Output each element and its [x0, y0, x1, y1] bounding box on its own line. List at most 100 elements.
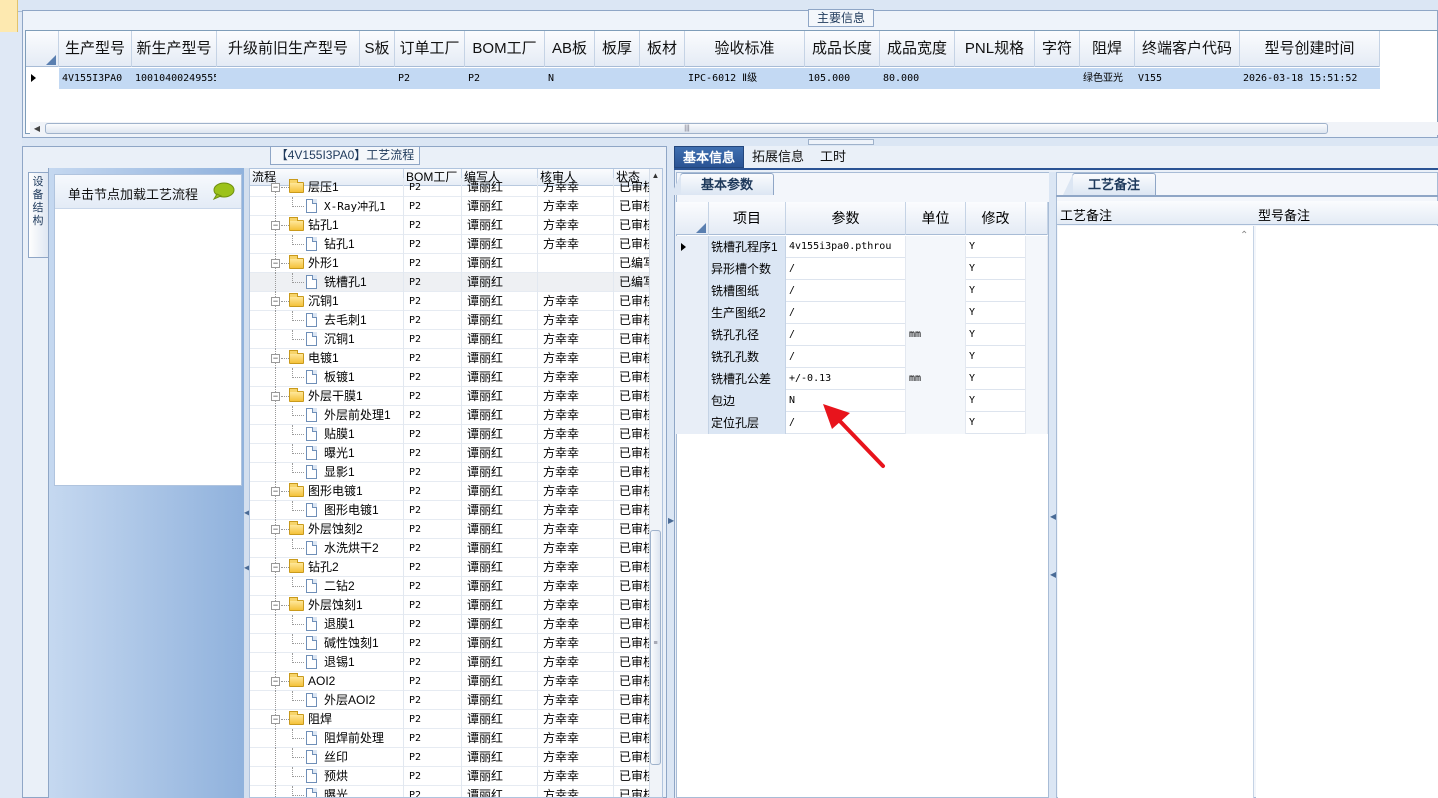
main-col-header[interactable]: 阻焊	[1080, 31, 1135, 67]
flow-node[interactable]: X-Ray冲孔1	[250, 197, 404, 216]
param-unit-cell[interactable]	[906, 236, 966, 258]
param-value-cell[interactable]: /	[786, 302, 906, 324]
flow-node[interactable]: 去毛刺1	[250, 311, 404, 330]
main-cell[interactable]: V155	[1135, 68, 1240, 89]
main-cell[interactable]	[217, 68, 360, 89]
flow-row[interactable]: 退膜1 P2谭丽红方幸幸已审核	[250, 615, 650, 634]
tab-extended-info[interactable]: 拓展信息	[744, 146, 812, 168]
main-col-header[interactable]: S板	[360, 31, 395, 67]
flow-row[interactable]: 预烘 P2谭丽红方幸幸已审核	[250, 767, 650, 786]
collapse-node-icon[interactable]: −	[271, 487, 280, 496]
param-row[interactable]: 铣槽孔程序1 4v155i3pa0.pthrou Y	[676, 236, 1048, 258]
flow-row[interactable]: − 阻焊 P2谭丽红方幸幸已审核	[250, 710, 650, 729]
main-cell[interactable]: 80.000	[880, 68, 955, 89]
grid-corner[interactable]	[26, 31, 59, 67]
collapse-node-icon[interactable]: −	[271, 392, 280, 401]
flow-row[interactable]: 外层AOI2 P2谭丽红方幸幸已审核	[250, 691, 650, 710]
flow-node[interactable]: − 层压1	[250, 178, 404, 197]
main-col-header[interactable]: AB板	[545, 31, 595, 67]
param-unit-cell[interactable]: mm	[906, 368, 966, 390]
flow-node[interactable]: 阻焊前处理	[250, 729, 404, 748]
collapse-node-icon[interactable]: −	[271, 354, 280, 363]
flow-row[interactable]: 水洗烘干2 P2谭丽红方幸幸已审核	[250, 539, 650, 558]
flow-node[interactable]: 退锡1	[250, 653, 404, 672]
param-unit-cell[interactable]	[906, 346, 966, 368]
param-row[interactable]: 铣槽图纸 / Y	[676, 280, 1048, 302]
main-cell[interactable]: IPC-6012 Ⅱ级	[685, 68, 805, 89]
flow-node[interactable]: − 外形1	[250, 254, 404, 273]
flow-row[interactable]: 铣槽孔1 P2谭丽红 已编写	[250, 273, 650, 292]
flow-node[interactable]: 丝印	[250, 748, 404, 767]
main-cell[interactable]	[955, 68, 1035, 89]
main-cell[interactable]	[595, 68, 640, 89]
collapse-node-icon[interactable]: −	[271, 525, 280, 534]
flow-row[interactable]: − 外层蚀刻1 P2谭丽红方幸幸已审核	[250, 596, 650, 615]
flow-node[interactable]: 水洗烘干2	[250, 539, 404, 558]
main-col-header[interactable]: 终端客户代码	[1135, 31, 1240, 67]
flow-node[interactable]: 预烘	[250, 767, 404, 786]
scroll-left-icon[interactable]: ◀	[32, 123, 42, 134]
flow-row[interactable]: X-Ray冲孔1 P2谭丽红方幸幸已审核	[250, 197, 650, 216]
model-note-textarea[interactable]	[1256, 226, 1438, 798]
flow-node[interactable]: − 钻孔2	[250, 558, 404, 577]
flow-row[interactable]: − AOI2 P2谭丽红方幸幸已审核	[250, 672, 650, 691]
tab-basic-info[interactable]: 基本信息	[674, 146, 745, 168]
flow-row[interactable]: 曝光 P2谭丽红方幸幸已审核	[250, 786, 650, 797]
param-modify-cell[interactable]: Y	[966, 258, 1026, 280]
main-col-header[interactable]: 板厚	[595, 31, 640, 67]
process-note-textarea[interactable]	[1058, 226, 1254, 798]
flow-row[interactable]: 曝光1 P2谭丽红方幸幸已审核	[250, 444, 650, 463]
param-modify-cell[interactable]: Y	[966, 236, 1026, 258]
flow-node[interactable]: 贴膜1	[250, 425, 404, 444]
param-col-header[interactable]: 参数	[786, 202, 906, 235]
flow-node[interactable]: − 钻孔1	[250, 216, 404, 235]
flow-node[interactable]: 显影1	[250, 463, 404, 482]
flow-node[interactable]: − 电镀1	[250, 349, 404, 368]
param-grid-corner[interactable]	[676, 202, 709, 235]
main-cell[interactable]: 105.000	[805, 68, 880, 89]
flow-node[interactable]: − 沉铜1	[250, 292, 404, 311]
main-col-header[interactable]: 字符	[1035, 31, 1080, 67]
collapse-node-icon[interactable]: −	[271, 259, 280, 268]
scroll-up-icon[interactable]: ▲	[649, 170, 662, 182]
main-col-header[interactable]: 升级前旧生产型号	[217, 31, 360, 67]
collapse-right-icon[interactable]: ▶	[668, 516, 674, 525]
param-value-cell[interactable]: 4v155i3pa0.pthrou	[786, 236, 906, 258]
param-row[interactable]: 异形槽个数 / Y	[676, 258, 1048, 280]
flow-node[interactable]: − 外层蚀刻2	[250, 520, 404, 539]
flow-row[interactable]: − 外层蚀刻2 P2谭丽红方幸幸已审核	[250, 520, 650, 539]
main-col-header[interactable]: 成品长度	[805, 31, 880, 67]
collapse-node-icon[interactable]: −	[271, 563, 280, 572]
collapse-node-icon[interactable]: −	[271, 677, 280, 686]
vertical-splitter[interactable]: ▶	[667, 146, 674, 798]
flow-node[interactable]: 图形电镀1	[250, 501, 404, 520]
main-cell[interactable]: 绿色亚光	[1080, 68, 1135, 89]
param-row[interactable]: 铣孔孔径 / mm Y	[676, 324, 1048, 346]
main-col-header[interactable]: PNL规格	[955, 31, 1035, 67]
main-col-header[interactable]: 新生产型号	[132, 31, 217, 67]
main-col-header[interactable]: 型号创建时间	[1240, 31, 1380, 67]
tab-process-remarks[interactable]: 工艺备注	[1063, 173, 1156, 195]
main-cell[interactable]: 2026-03-18 15:51:52	[1240, 68, 1380, 89]
flow-node[interactable]: 板镀1	[250, 368, 404, 387]
param-unit-cell[interactable]	[906, 280, 966, 302]
flow-node[interactable]: 沉铜1	[250, 330, 404, 349]
main-grid-row[interactable]: 4V155I3PA0 10010400249555 P2 P2 N IPC-6012 Ⅱ级…	[26, 68, 1380, 89]
flow-row[interactable]: 丝印 P2谭丽红方幸幸已审核	[250, 748, 650, 767]
collapse-node-icon[interactable]: −	[271, 221, 280, 230]
collapse-icon-2[interactable]: ◀	[1050, 570, 1056, 579]
flow-row[interactable]: − 层压1 P2谭丽红方幸幸已审核	[250, 178, 650, 197]
param-value-cell[interactable]: /	[786, 258, 906, 280]
flow-row[interactable]: − 外形1 P2谭丽红 已编写	[250, 254, 650, 273]
main-cell[interactable]: P2	[395, 68, 465, 89]
flow-node[interactable]: − 阻焊	[250, 710, 404, 729]
flow-row[interactable]: 显影1 P2谭丽红方幸幸已审核	[250, 463, 650, 482]
param-unit-cell[interactable]	[906, 258, 966, 280]
param-modify-cell[interactable]: Y	[966, 324, 1026, 346]
param-row[interactable]: 铣槽孔公差 +/-0.13 mm Y	[676, 368, 1048, 390]
param-modify-cell[interactable]: Y	[966, 280, 1026, 302]
main-col-header[interactable]: 板材	[640, 31, 685, 67]
flow-row[interactable]: − 钻孔1 P2谭丽红方幸幸已审核	[250, 216, 650, 235]
flow-row[interactable]: 退锡1 P2谭丽红方幸幸已审核	[250, 653, 650, 672]
flow-node[interactable]: 铣槽孔1	[250, 273, 404, 292]
